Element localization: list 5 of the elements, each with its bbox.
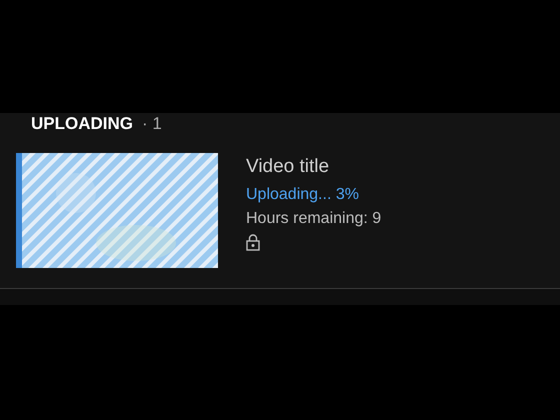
video-title: Video title [246,155,330,179]
upload-count: · 1 [142,114,162,134]
upload-status: Uploading... 3% [246,185,360,205]
section-title: UPLOADING [31,114,133,134]
time-remaining: Hours remaining: 9 [246,209,382,229]
